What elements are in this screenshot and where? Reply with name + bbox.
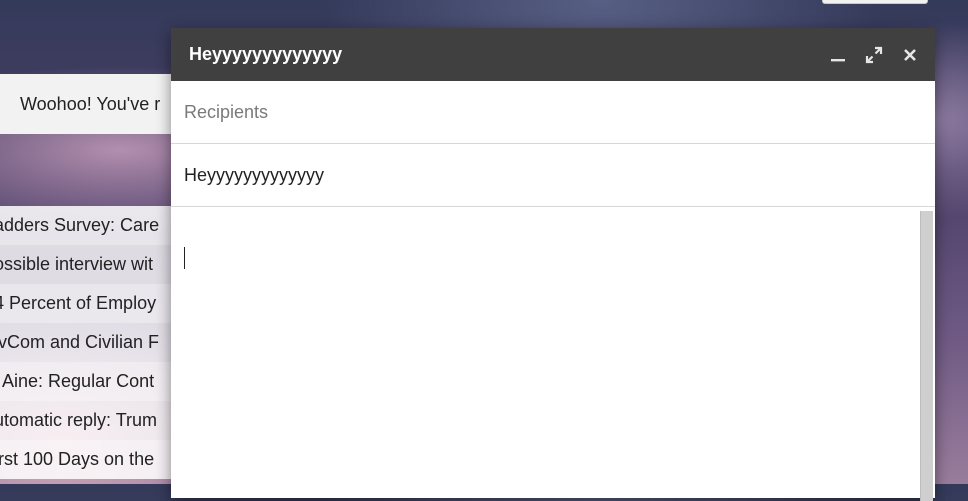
list-item[interactable]: adders Survey: Care — [0, 206, 172, 245]
promo-banner: Woohoo! You've r — [0, 74, 200, 134]
subject-field[interactable]: Heyyyyyyyyyyyyy — [184, 165, 324, 186]
minimize-icon[interactable] — [827, 44, 849, 66]
subject-row: Heyyyyyyyyyyyyy — [171, 144, 935, 207]
list-item[interactable]: irst 100 Days on the — [0, 440, 172, 479]
text-cursor — [184, 247, 185, 269]
expand-icon[interactable] — [863, 44, 885, 66]
close-icon[interactable] — [899, 44, 921, 66]
recipients-row — [171, 81, 935, 144]
body-scrollbar[interactable] — [920, 211, 933, 501]
recipients-input[interactable] — [184, 101, 884, 123]
message-list: adders Survey: Care ossible interview wi… — [0, 206, 172, 479]
list-item[interactable]: ivCom and Civilian F — [0, 323, 172, 362]
promo-text: Woohoo! You've r — [20, 93, 161, 114]
top-button[interactable] — [822, 0, 928, 4]
message-body[interactable] — [171, 207, 935, 501]
window-controls — [827, 28, 921, 81]
compose-title: Heyyyyyyyyyyyyy — [189, 44, 343, 64]
list-item[interactable]: i Aine: Regular Cont — [0, 362, 172, 401]
compose-window: Heyyyyyyyyyyyyy Heyyyyyyyyyyyyy — [171, 28, 935, 501]
compose-header[interactable]: Heyyyyyyyyyyyyy — [171, 28, 935, 81]
list-item[interactable]: ossible interview wit — [0, 245, 172, 284]
list-item[interactable]: utomatic reply: Trum — [0, 401, 172, 440]
list-item[interactable]: 4 Percent of Employ — [0, 284, 172, 323]
